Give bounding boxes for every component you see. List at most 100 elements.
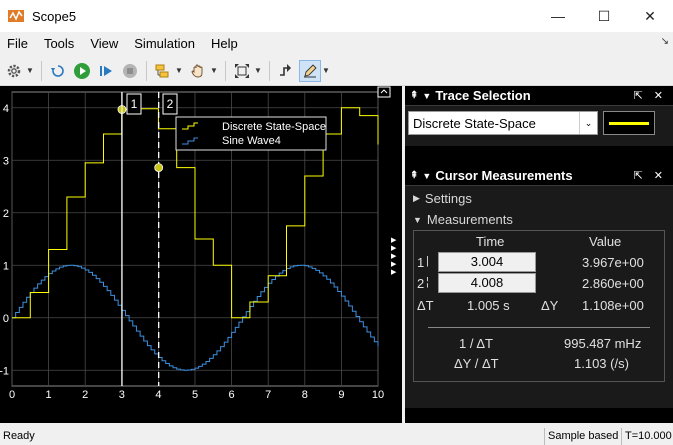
trace-line-style-swatch[interactable] <box>603 111 655 135</box>
toolbar-divider <box>269 60 270 81</box>
chevron-down-icon[interactable]: ⌄ <box>579 112 597 134</box>
x-tick-label: 3 <box>119 389 125 401</box>
highlight-dropdown-arrow[interactable]: ▼ <box>175 66 183 75</box>
cursor-measurements-title: Cursor Measurements <box>435 168 573 183</box>
y-tick-label: 4 <box>3 103 9 115</box>
x-tick-label: 9 <box>338 389 344 401</box>
cursor1-row-label: 1 <box>417 255 425 270</box>
cursor1-time-field[interactable]: 3.004 <box>438 252 536 272</box>
menu-view[interactable]: View <box>82 36 126 51</box>
stop-icon[interactable] <box>119 60 141 82</box>
trace-select-value: Discrete State-Space <box>413 115 536 131</box>
delta-y-value: 1.108e+00 <box>582 298 644 313</box>
expand-arrow-icon[interactable]: ▶ <box>391 252 399 260</box>
trace-selection-title: Trace Selection <box>435 88 531 103</box>
cursor2-value: 2.860e+00 <box>582 276 644 291</box>
menu-bar: File Tools View Simulation Help ↘ <box>0 32 673 54</box>
step-forward-icon[interactable] <box>95 60 117 82</box>
time-column-header: Time <box>476 234 505 249</box>
toolbar: ▼ ▼ ▼ ▼ ▼ <box>0 56 673 86</box>
cursor-measurements-body: ▶ Settings ▼ Measurements Time Value 1 |… <box>405 186 673 408</box>
trace-select-dropdown[interactable]: Discrete State-Space ⌄ <box>408 111 598 135</box>
cursor-2-marker <box>154 163 164 172</box>
undock-icon[interactable]: ⇱ <box>634 170 647 182</box>
side-panel: ⇞ ▼ Trace Selection ⇱ ✕ Discrete State-S… <box>405 86 673 423</box>
legend-item-sine-wave4: Sine Wave4 <box>222 135 281 147</box>
title-bar: Scope5 — ☐ ✕ <box>0 0 673 32</box>
cursor-measurements-header: ⇞ ▼ Cursor Measurements ⇱ ✕ <box>405 166 673 186</box>
delta-t-label: ΔT <box>417 298 434 313</box>
scope-app-icon <box>8 10 24 22</box>
measurements-section-toggle[interactable]: ▼ Measurements <box>405 209 673 230</box>
slope-value: 1.103 (/s) <box>574 356 629 371</box>
menu-help[interactable]: Help <box>203 36 246 51</box>
collapse-icon[interactable]: ▼ <box>422 171 431 181</box>
legend-item-discrete-state-space: Discrete State-Space <box>222 121 326 133</box>
x-tick-label: 4 <box>155 389 161 401</box>
cursor-icon[interactable] <box>275 60 297 82</box>
pin-icon[interactable]: ⇞ <box>410 90 418 101</box>
zoom-fit-icon[interactable] <box>231 60 253 82</box>
y-tick-label: 3 <box>3 155 9 167</box>
scope-plot-area[interactable]: 0 1 2 3 4 5 6 7 8 9 10 -1 0 1 2 3 4 1 2 Discrete State-S… <box>0 86 402 423</box>
cursor2-time-field[interactable]: 4.008 <box>438 273 536 293</box>
cursor1-label[interactable]: 1 <box>131 97 138 111</box>
window-title: Scope5 <box>32 8 77 24</box>
zoom-dropdown-arrow[interactable]: ▼ <box>254 66 262 75</box>
scope-plot[interactable]: 0 1 2 3 4 5 6 7 8 9 10-101234 1 2 Discrete State-S… <box>0 86 402 423</box>
simulation-time: T=10.000 <box>621 428 673 445</box>
panel-close-icon[interactable]: ✕ <box>654 90 667 102</box>
expand-arrow-icon[interactable]: ▶ <box>391 236 399 244</box>
maximize-button[interactable]: ☐ <box>581 0 627 32</box>
edit-icon[interactable] <box>299 59 321 82</box>
expand-arrow-icon[interactable]: ▶ <box>391 268 399 276</box>
highlight-icon[interactable] <box>152 60 174 82</box>
inverse-delta-t-label: 1 / ΔT <box>459 336 493 351</box>
settings-section-toggle[interactable]: ▶ Settings <box>405 188 673 209</box>
menu-file[interactable]: File <box>0 36 36 51</box>
expand-arrow-icon[interactable]: ▶ <box>391 260 399 268</box>
pin-icon[interactable]: ⇞ <box>410 170 418 181</box>
trace-selection-header: ⇞ ▼ Trace Selection ⇱ ✕ <box>405 86 673 106</box>
measurements-divider <box>428 327 650 328</box>
x-tick-label: 5 <box>192 389 198 401</box>
x-tick-label: 7 <box>265 389 271 401</box>
close-button[interactable]: ✕ <box>627 0 673 32</box>
toolbar-divider <box>41 60 42 81</box>
inverse-delta-t-value: 995.487 mHz <box>564 336 642 351</box>
status-bar: Ready Sample based T=10.000 <box>0 427 673 445</box>
toolbar-divider <box>146 60 147 81</box>
undock-icon[interactable]: ⇱ <box>634 90 647 102</box>
menu-simulation[interactable]: Simulation <box>126 36 203 51</box>
cursor2-label[interactable]: 2 <box>167 97 174 111</box>
undock-arrow-icon[interactable]: ↘ <box>661 36 669 47</box>
sample-mode-indicator: Sample based <box>544 428 623 445</box>
minimize-button[interactable]: — <box>535 0 581 32</box>
gear-icon[interactable] <box>3 60 25 82</box>
status-ready: Ready <box>3 430 35 442</box>
collapse-arrow-icon: ▼ <box>413 214 422 225</box>
y-tick-label: 1 <box>3 260 9 272</box>
delta-t-value: 1.005 s <box>467 298 510 313</box>
expand-arrow-icon[interactable]: ▶ <box>391 244 399 252</box>
restore-axes-icon[interactable] <box>377 86 391 98</box>
collapse-icon[interactable]: ▼ <box>422 91 431 101</box>
x-tick-label: 1 <box>46 389 52 401</box>
edit-dropdown-arrow[interactable]: ▼ <box>322 66 330 75</box>
settings-dropdown-arrow[interactable]: ▼ <box>26 66 34 75</box>
measurements-table: Time Value 1 | 3.004 3.967e+00 2 ¦ 4.008… <box>413 230 665 382</box>
y-tick-label: -1 <box>0 365 9 377</box>
delta-y-label: ΔY <box>541 298 559 313</box>
measurements-label: Measurements <box>426 212 513 227</box>
pan-dropdown-arrow[interactable]: ▼ <box>210 66 218 75</box>
x-tick-label: 0 <box>9 389 15 401</box>
step-back-icon[interactable] <box>47 60 69 82</box>
cursor1-line-icon: | <box>426 255 429 267</box>
menu-tools[interactable]: Tools <box>36 36 82 51</box>
panel-close-icon[interactable]: ✕ <box>654 170 667 182</box>
pan-icon[interactable] <box>187 60 209 82</box>
toolbar-divider <box>225 60 226 81</box>
run-icon[interactable] <box>71 60 93 82</box>
x-tick-label: 2 <box>82 389 88 401</box>
x-tick-label: 8 <box>302 389 308 401</box>
